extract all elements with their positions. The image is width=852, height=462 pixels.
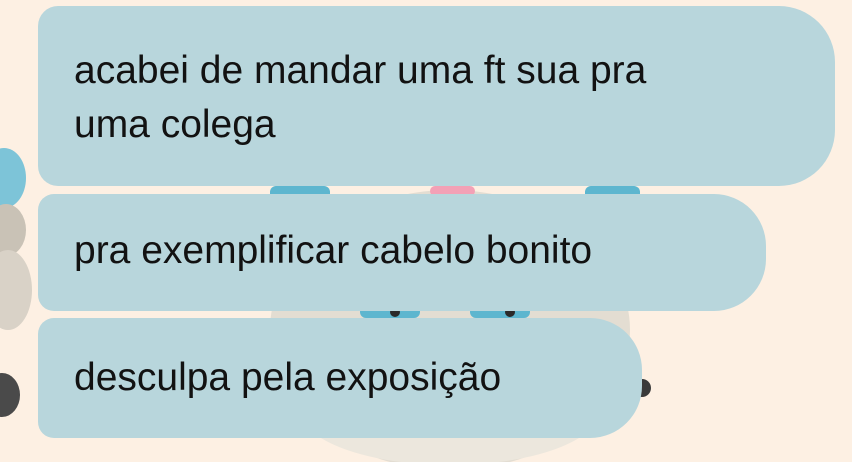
wallpaper-doodle (0, 148, 26, 208)
message-bubble[interactable]: pra exemplificar cabelo bonito (38, 194, 766, 311)
message-text-line: acabei de mandar uma ft sua pra (74, 49, 647, 92)
wallpaper-doodle (0, 250, 32, 330)
message-text: desculpa pela exposição (74, 356, 502, 399)
message-text-line: uma colega (74, 103, 276, 146)
wallpaper-doodle (0, 373, 20, 417)
message-text: pra exemplificar cabelo bonito (74, 229, 593, 272)
message-bubble[interactable]: acabei de mandar uma ft sua pra uma cole… (38, 6, 835, 186)
message-bubble[interactable]: desculpa pela exposição (38, 318, 642, 438)
wallpaper-doodle (0, 204, 26, 256)
